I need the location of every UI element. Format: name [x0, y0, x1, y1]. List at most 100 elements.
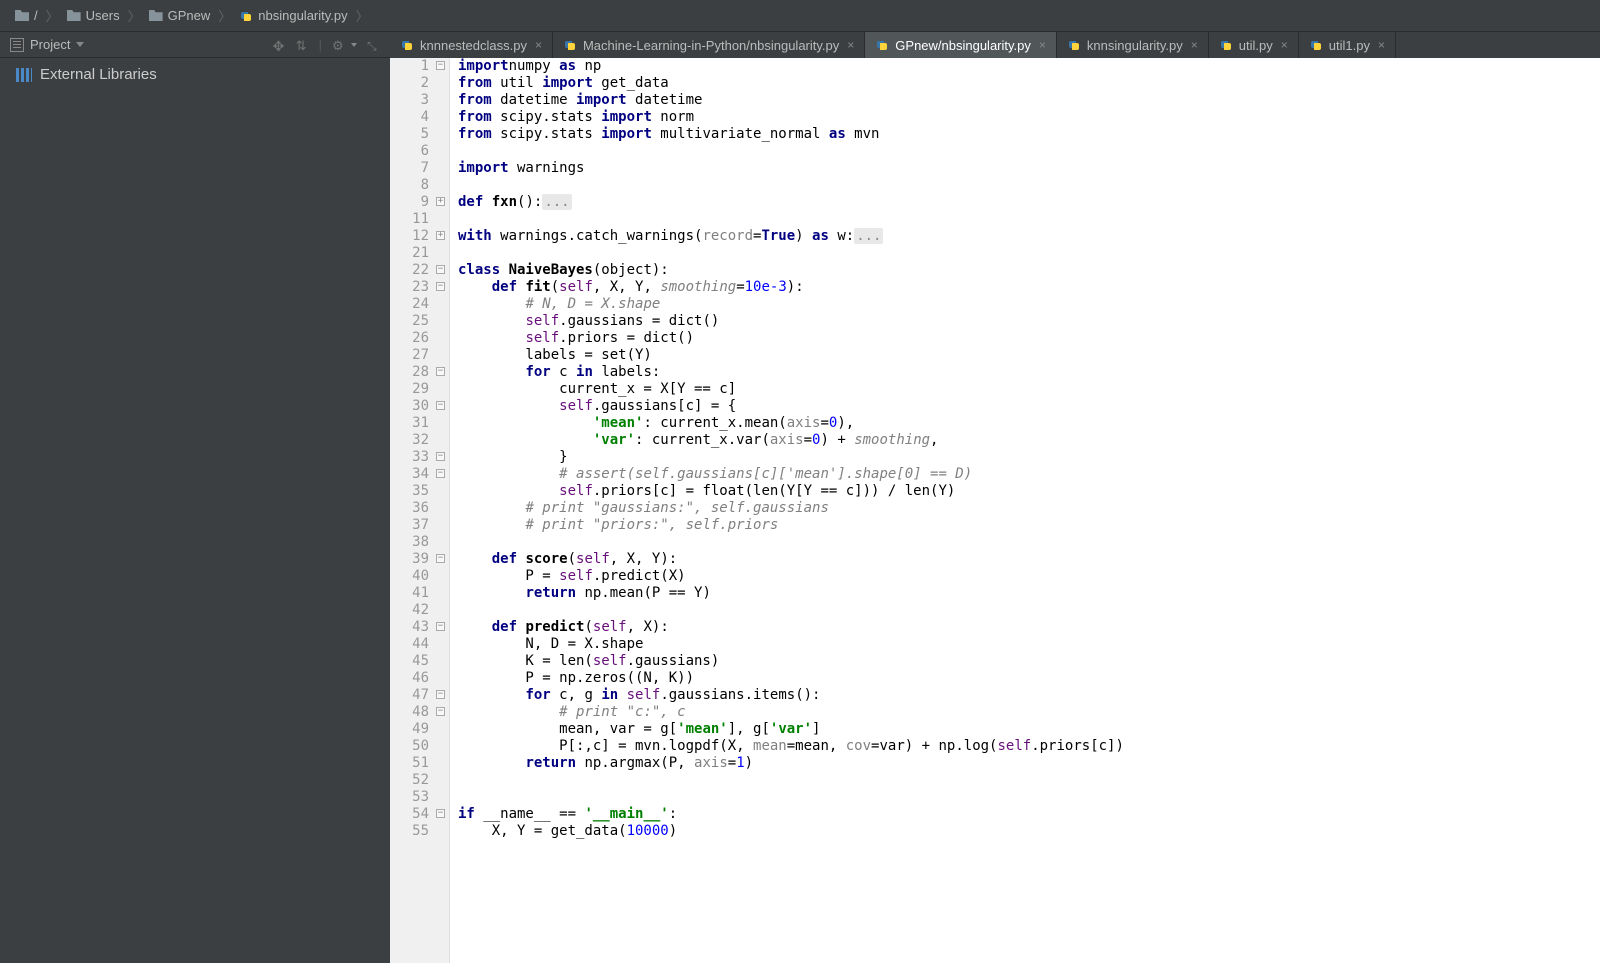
close-icon[interactable]: ×: [1037, 38, 1046, 52]
fold-collapse-icon[interactable]: [436, 401, 445, 410]
crumb-root[interactable]: /: [10, 8, 43, 23]
code-line[interactable]: P = np.zeros((N, K)): [458, 670, 1600, 687]
line-number[interactable]: 32: [390, 432, 449, 449]
line-number[interactable]: 48: [390, 704, 449, 721]
line-number[interactable]: 46: [390, 670, 449, 687]
crumb-users[interactable]: Users: [62, 8, 125, 23]
line-number[interactable]: 31: [390, 415, 449, 432]
line-number[interactable]: 28: [390, 364, 449, 381]
code-line[interactable]: [458, 602, 1600, 619]
code-line[interactable]: # assert(self.gaussians[c]['mean'].shape…: [458, 466, 1600, 483]
code-line[interactable]: with warnings.catch_warnings(record=True…: [458, 228, 1600, 245]
code-line[interactable]: [458, 534, 1600, 551]
code-line[interactable]: [458, 177, 1600, 194]
hide-icon[interactable]: [367, 38, 380, 51]
line-number[interactable]: 27: [390, 347, 449, 364]
fold-expand-icon[interactable]: [436, 231, 445, 240]
code-line[interactable]: return np.argmax(P, axis=1): [458, 755, 1600, 772]
code-line[interactable]: labels = set(Y): [458, 347, 1600, 364]
line-number[interactable]: 37: [390, 517, 449, 534]
chevron-down-icon[interactable]: [351, 43, 357, 47]
line-number[interactable]: 36: [390, 500, 449, 517]
project-view-icon[interactable]: [10, 38, 24, 52]
code-line[interactable]: importnumpy as np: [458, 58, 1600, 75]
line-number[interactable]: 2: [390, 75, 449, 92]
code-line[interactable]: 'var': current_x.var(axis=0) + smoothing…: [458, 432, 1600, 449]
close-icon[interactable]: ×: [533, 38, 542, 52]
gear-icon[interactable]: [332, 38, 345, 51]
code-line[interactable]: if __name__ == '__main__':: [458, 806, 1600, 823]
editor-tab[interactable]: util.py×: [1209, 32, 1299, 58]
code-line[interactable]: current_x = X[Y == c]: [458, 381, 1600, 398]
fold-collapse-icon[interactable]: [436, 367, 445, 376]
fold-collapse-icon[interactable]: [436, 282, 445, 291]
line-number[interactable]: 39: [390, 551, 449, 568]
code-line[interactable]: [458, 143, 1600, 160]
fold-collapse-icon[interactable]: [436, 61, 445, 70]
code-line[interactable]: def fit(self, X, Y, smoothing=10e-3):: [458, 279, 1600, 296]
line-number[interactable]: 45: [390, 653, 449, 670]
code-line[interactable]: [458, 789, 1600, 806]
code-line[interactable]: for c in labels:: [458, 364, 1600, 381]
line-number[interactable]: 47: [390, 687, 449, 704]
line-number[interactable]: 42: [390, 602, 449, 619]
fold-collapse-icon[interactable]: [436, 690, 445, 699]
line-number[interactable]: 51: [390, 755, 449, 772]
fold-collapse-icon[interactable]: [436, 554, 445, 563]
line-number[interactable]: 40: [390, 568, 449, 585]
crumb-file[interactable]: nbsingularity.py: [234, 8, 352, 23]
sort-icon[interactable]: [296, 38, 309, 51]
code-line[interactable]: def fxn():...: [458, 194, 1600, 211]
line-number[interactable]: 12: [390, 228, 449, 245]
code-line[interactable]: return np.mean(P == Y): [458, 585, 1600, 602]
editor-tab[interactable]: Machine-Learning-in-Python/nbsingularity…: [553, 32, 865, 58]
code-line[interactable]: def predict(self, X):: [458, 619, 1600, 636]
code-line[interactable]: class NaiveBayes(object):: [458, 262, 1600, 279]
crumb-gpnew[interactable]: GPnew: [144, 8, 216, 23]
code-line[interactable]: mean, var = g['mean'], g['var']: [458, 721, 1600, 738]
code-line[interactable]: for c, g in self.gaussians.items():: [458, 687, 1600, 704]
line-gutter[interactable]: 1234567891112212223242526272829303132333…: [390, 58, 450, 963]
code-line[interactable]: [458, 245, 1600, 262]
editor-tab[interactable]: knnnestedclass.py×: [390, 32, 553, 58]
line-number[interactable]: 1: [390, 58, 449, 75]
line-number[interactable]: 22: [390, 262, 449, 279]
editor-tab[interactable]: util1.py×: [1299, 32, 1396, 58]
editor-tab[interactable]: knnsingularity.py×: [1057, 32, 1209, 58]
code-line[interactable]: }: [458, 449, 1600, 466]
line-number[interactable]: 38: [390, 534, 449, 551]
code-line[interactable]: P = self.predict(X): [458, 568, 1600, 585]
code-line[interactable]: N, D = X.shape: [458, 636, 1600, 653]
line-number[interactable]: 29: [390, 381, 449, 398]
line-number[interactable]: 4: [390, 109, 449, 126]
close-icon[interactable]: ×: [845, 38, 854, 52]
line-number[interactable]: 26: [390, 330, 449, 347]
line-number[interactable]: 43: [390, 619, 449, 636]
editor-tab[interactable]: GPnew/nbsingularity.py×: [865, 32, 1057, 58]
code-line[interactable]: from datetime import datetime: [458, 92, 1600, 109]
external-libraries-node[interactable]: External Libraries: [0, 58, 390, 91]
fold-collapse-icon[interactable]: [436, 622, 445, 631]
code-line[interactable]: from scipy.stats import multivariate_nor…: [458, 126, 1600, 143]
line-number[interactable]: 50: [390, 738, 449, 755]
close-icon[interactable]: ×: [1376, 38, 1385, 52]
line-number[interactable]: 5: [390, 126, 449, 143]
code-line[interactable]: X, Y = get_data(10000): [458, 823, 1600, 840]
line-number[interactable]: 30: [390, 398, 449, 415]
line-number[interactable]: 41: [390, 585, 449, 602]
fold-collapse-icon[interactable]: [436, 469, 445, 478]
fold-expand-icon[interactable]: [436, 197, 445, 206]
line-number[interactable]: 3: [390, 92, 449, 109]
line-number[interactable]: 21: [390, 245, 449, 262]
code-line[interactable]: self.gaussians[c] = {: [458, 398, 1600, 415]
line-number[interactable]: 9: [390, 194, 449, 211]
close-icon[interactable]: ×: [1279, 38, 1288, 52]
close-icon[interactable]: ×: [1189, 38, 1198, 52]
code-line[interactable]: # N, D = X.shape: [458, 296, 1600, 313]
line-number[interactable]: 34: [390, 466, 449, 483]
line-number[interactable]: 52: [390, 772, 449, 789]
fold-collapse-icon[interactable]: [436, 452, 445, 461]
line-number[interactable]: 7: [390, 160, 449, 177]
code-line[interactable]: def score(self, X, Y):: [458, 551, 1600, 568]
code-view[interactable]: importnumpy as npfrom util import get_da…: [450, 58, 1600, 963]
